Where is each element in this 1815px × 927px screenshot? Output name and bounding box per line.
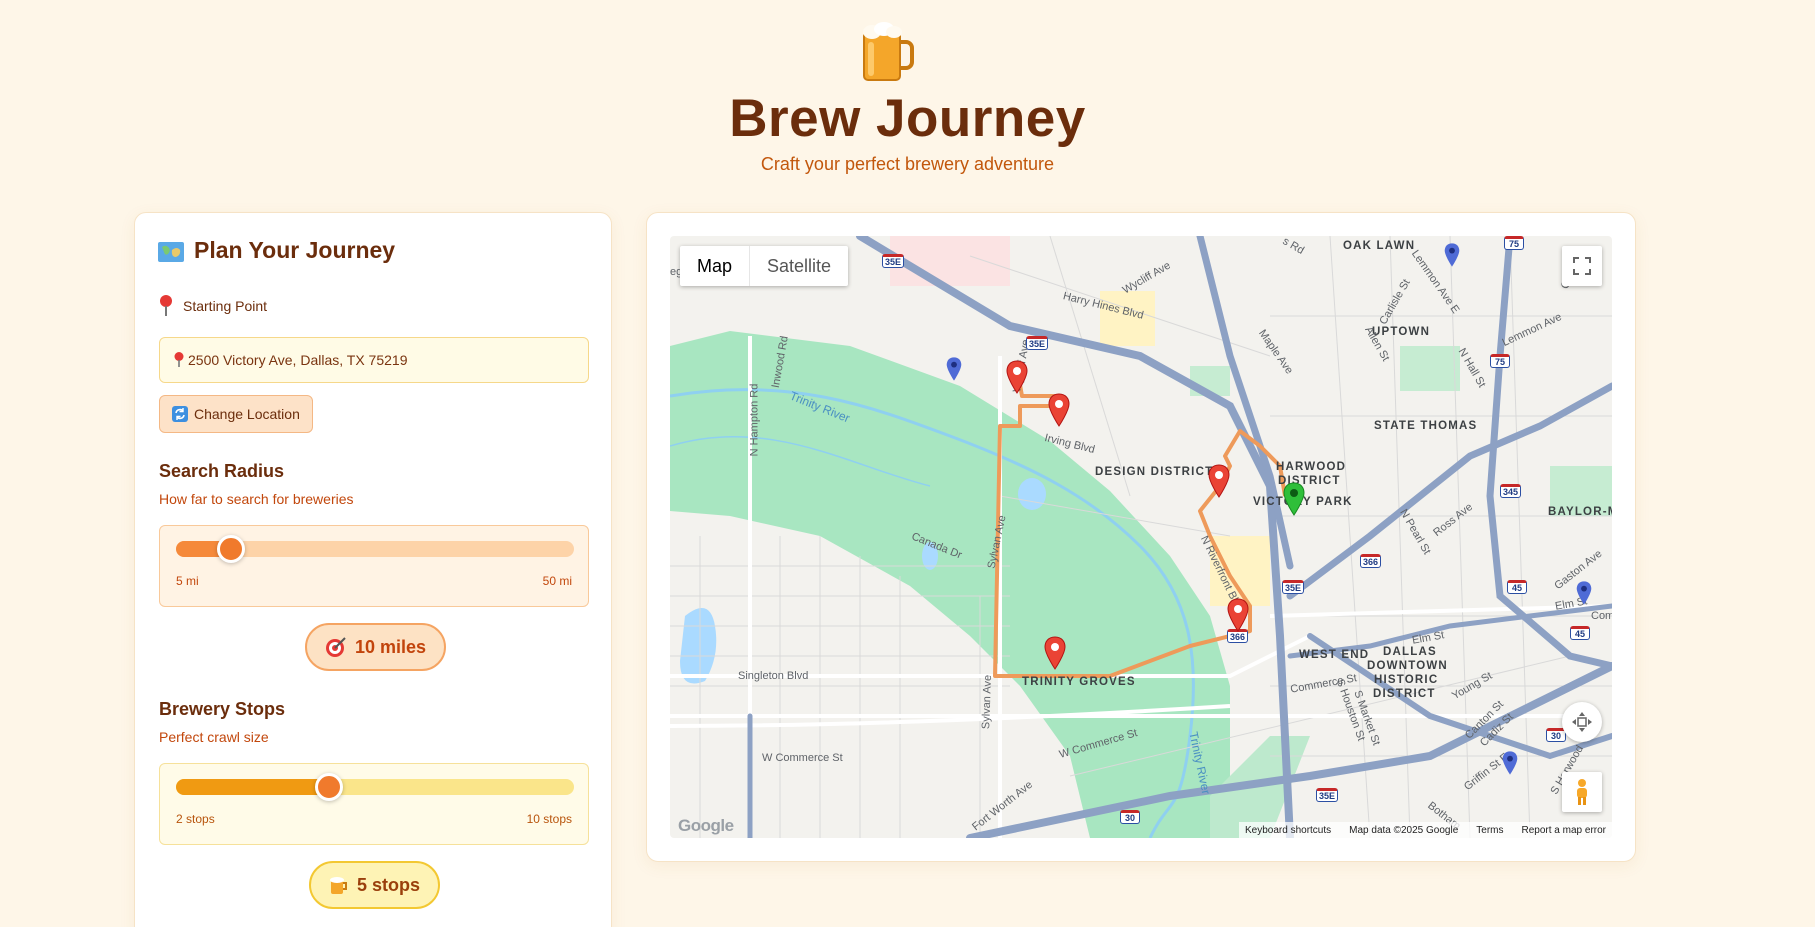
map-data-credit: Map data ©2025 Google xyxy=(1349,824,1459,836)
street-view-pegman-button[interactable] xyxy=(1562,772,1602,812)
map-label-oak-lawn: OAK LAWN xyxy=(1343,240,1416,252)
radius-slider-thumb[interactable] xyxy=(217,535,245,563)
map-label-dallas: DALLAS xyxy=(1383,646,1437,658)
world-map-icon xyxy=(158,241,184,262)
map-label-uptown: UPTOWN xyxy=(1372,326,1431,338)
map-label-state-thomas: STATE THOMAS xyxy=(1374,420,1478,432)
map-label-downtown: DOWNTOWN xyxy=(1367,660,1448,672)
brewery-stop-pin[interactable] xyxy=(1044,636,1066,670)
highway-shield: 45 xyxy=(1570,626,1590,640)
street-sylvan-2: Sylvan Ave xyxy=(980,674,995,730)
map-label-west-end: WEST END xyxy=(1299,649,1370,661)
stops-slider-thumb[interactable] xyxy=(315,773,343,801)
starting-point-pin[interactable] xyxy=(1283,482,1305,516)
radius-slider-box: 5 mi 50 mi xyxy=(159,525,589,607)
stops-slider-fill xyxy=(176,779,329,795)
map-base-layer xyxy=(670,236,1612,838)
brewery-stop-pin[interactable] xyxy=(1006,360,1028,394)
stops-subtitle: Perfect crawl size xyxy=(159,729,269,745)
journey-planner-panel: Plan Your Journey Starting Point 2500 Vi… xyxy=(134,212,612,927)
highway-shield: 35E xyxy=(1316,788,1339,802)
page-tagline: Craft your perfect brewery adventure xyxy=(760,154,1055,174)
map-label-historic-district: DISTRICT xyxy=(1373,688,1436,700)
map-attribution: Keyboard shortcuts Map data ©2025 Google… xyxy=(1238,822,1612,838)
route-map[interactable]: OAK LAWN UPTOWN STATE THOMAS HARWOOD DIS… xyxy=(670,236,1612,838)
pushpin-icon xyxy=(174,352,184,367)
brewery-stop-pin[interactable] xyxy=(1208,464,1230,498)
radius-value-badge: 10 miles xyxy=(305,623,447,671)
brewery-stop-pin[interactable] xyxy=(1048,393,1070,427)
fullscreen-button[interactable] xyxy=(1562,246,1602,286)
terms-link[interactable]: Terms xyxy=(1476,825,1503,836)
map-label-harwood: HARWOOD xyxy=(1276,461,1347,473)
map-label-historic: HISTORIC xyxy=(1374,674,1439,686)
map-label-baylor: BAYLOR-M xyxy=(1548,506,1612,518)
map-type-satellite[interactable]: Satellite xyxy=(749,246,848,286)
google-logo: Google xyxy=(678,816,734,835)
poi-pin[interactable] xyxy=(946,356,962,382)
starting-point-label: Starting Point xyxy=(159,295,267,317)
camera-control-button[interactable] xyxy=(1562,702,1602,742)
poi-pin[interactable] xyxy=(1444,242,1460,268)
stops-value-badge: 5 stops xyxy=(309,861,441,909)
highway-shield: 366 xyxy=(1360,554,1382,568)
map-type-map[interactable]: Map xyxy=(680,246,749,286)
planner-title: Plan Your Journey xyxy=(158,237,395,264)
street-singleton: Singleton Blvd xyxy=(738,670,809,682)
highway-shield: 345 xyxy=(1500,484,1522,498)
highway-shield: 45 xyxy=(1507,580,1527,594)
fullscreen-icon xyxy=(1573,257,1591,275)
change-location-button[interactable]: Change Location xyxy=(159,395,313,433)
radius-max-label: 50 mi xyxy=(542,574,572,588)
brewery-stop-pin[interactable] xyxy=(1227,598,1249,632)
starting-address-display[interactable]: 2500 Victory Ave, Dallas, TX 75219 xyxy=(159,337,589,383)
page-title: Brew Journey xyxy=(729,89,1086,148)
poi-pin[interactable] xyxy=(1502,750,1518,776)
stops-slider-box: 2 stops 10 stops xyxy=(159,763,589,845)
highway-shield: 35E xyxy=(1026,336,1049,350)
report-error-link[interactable]: Report a map error xyxy=(1522,825,1606,836)
refresh-icon xyxy=(172,406,188,422)
poi-pin[interactable] xyxy=(1576,580,1592,606)
stops-max-label: 10 stops xyxy=(526,812,572,826)
map-card: OAK LAWN UPTOWN STATE THOMAS HARWOOD DIS… xyxy=(646,212,1636,862)
starting-address-text: 2500 Victory Ave, Dallas, TX 75219 xyxy=(188,352,408,368)
street-w-commerce-1: W Commerce St xyxy=(762,752,843,764)
stops-slider[interactable] xyxy=(176,773,574,801)
pushpin-icon xyxy=(160,295,172,316)
highway-shield: 35E xyxy=(1282,580,1305,594)
highway-shield: 30 xyxy=(1120,810,1140,824)
keyboard-shortcuts-link[interactable]: Keyboard shortcuts xyxy=(1245,825,1331,836)
radius-min-label: 5 mi xyxy=(176,574,199,588)
map-label-design-district: DESIGN DISTRICT xyxy=(1095,466,1214,478)
street-n-hampton: N Hampton Rd xyxy=(748,383,761,457)
radius-subtitle: How far to search for breweries xyxy=(159,491,354,507)
map-type-control: Map Satellite xyxy=(680,246,849,286)
beer-mug-icon xyxy=(330,877,347,894)
beer-mug-icon xyxy=(863,22,914,81)
pegman-icon xyxy=(1577,779,1587,805)
street-comm-r: Comr xyxy=(1591,610,1612,622)
stops-title: Brewery Stops xyxy=(159,699,286,719)
target-icon xyxy=(326,637,346,657)
map-label-trinity-groves: TRINITY GROVES xyxy=(1022,676,1136,688)
radius-slider[interactable] xyxy=(176,535,574,563)
highway-shield: 75 xyxy=(1504,236,1524,250)
radius-title: Search Radius xyxy=(159,461,285,481)
highway-shield: 75 xyxy=(1490,354,1510,368)
stops-min-label: 2 stops xyxy=(176,812,215,826)
move-arrows-icon xyxy=(1572,712,1592,732)
highway-shield: 35E xyxy=(882,254,905,268)
